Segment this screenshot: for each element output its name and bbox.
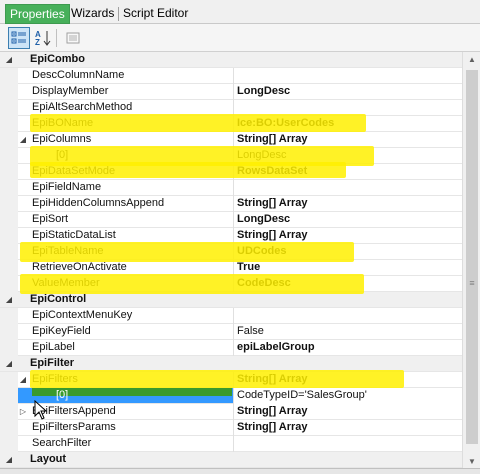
property-row[interactable]: ◢ EpiColumns String[] Array (0, 132, 462, 148)
property-row[interactable]: ValueMember CodeDesc (0, 276, 462, 292)
property-toolbar: A Z (0, 24, 480, 52)
property-value[interactable]: String[] Array (233, 196, 462, 212)
property-row[interactable]: EpiContextMenuKey (0, 308, 462, 324)
property-value[interactable]: UDCodes (233, 244, 462, 260)
property-value[interactable] (233, 68, 462, 84)
property-value[interactable]: CodeDesc (233, 276, 462, 292)
property-value[interactable]: False (233, 324, 462, 340)
tab-wizards[interactable]: Wizards (67, 4, 118, 24)
vertical-scrollbar[interactable]: ▲ ≡ ▼ (462, 52, 480, 470)
property-row[interactable]: EpiTableName UDCodes (0, 244, 462, 260)
property-value[interactable]: LongDesc (233, 84, 462, 100)
property-row[interactable]: EpiFiltersParams String[] Array (0, 420, 462, 436)
property-name: RetrieveOnActivate (32, 261, 127, 273)
property-name: EpiAltSearchMethod (32, 101, 133, 113)
property-row[interactable]: EpiBOName Ice:BO:UserCodes (0, 116, 462, 132)
expand-icon[interactable]: ▷ (18, 407, 28, 417)
property-row[interactable]: EpiDataSetMode RowsDataSet (0, 164, 462, 180)
property-row[interactable]: EpiStaticDataList String[] Array (0, 228, 462, 244)
property-name: EpiFilters (32, 373, 78, 385)
property-value[interactable] (233, 308, 462, 324)
category-layout[interactable]: ◢ Layout (0, 452, 462, 468)
property-name: EpiSort (32, 213, 69, 225)
toolbar-separator (56, 29, 57, 47)
property-value[interactable]: Ice:BO:UserCodes (233, 116, 462, 132)
property-name: EpiContextMenuKey (32, 309, 133, 321)
property-name: [0] (56, 389, 69, 401)
property-value[interactable]: RowsDataSet (233, 164, 462, 180)
category-epicombo[interactable]: ◢ EpiCombo (0, 52, 462, 68)
collapse-icon[interactable]: ◢ (4, 359, 14, 369)
sort-az-icon[interactable]: A Z (32, 27, 54, 49)
category-epifilter[interactable]: ◢ EpiFilter (0, 356, 462, 372)
property-row[interactable]: ▷ EpiFiltersAppend String[] Array (0, 404, 462, 420)
collapse-icon[interactable]: ◢ (4, 295, 14, 305)
property-value[interactable]: CodeTypeID='SalesGroup' (233, 388, 462, 404)
collapse-icon[interactable]: ◢ (4, 455, 14, 465)
property-value[interactable]: True (233, 260, 462, 276)
scroll-thumb[interactable] (466, 70, 478, 444)
collapse-icon[interactable]: ◢ (18, 375, 28, 385)
property-row[interactable]: EpiFieldName (0, 180, 462, 196)
property-row[interactable]: DisplayMember LongDesc (0, 84, 462, 100)
property-row[interactable]: EpiHiddenColumnsAppend String[] Array (0, 196, 462, 212)
mouse-cursor-icon (34, 400, 48, 420)
property-value[interactable]: LongDesc (233, 212, 462, 228)
property-name: EpiDataSetMode (32, 165, 116, 177)
property-value[interactable] (233, 436, 462, 452)
scroll-grip-icon: ≡ (469, 278, 475, 288)
property-row[interactable]: DescColumnName (0, 68, 462, 84)
property-name: EpiLabel (32, 341, 75, 353)
property-row[interactable]: SearchFilter (0, 436, 462, 452)
property-row[interactable]: EpiLabel epiLabelGroup (0, 340, 462, 356)
property-name: EpiTableName (32, 245, 104, 257)
property-row[interactable]: EpiAltSearchMethod (0, 100, 462, 116)
property-value[interactable]: LongDesc (233, 148, 462, 164)
property-name: EpiStaticDataList (32, 229, 116, 241)
property-row[interactable]: EpiKeyField False (0, 324, 462, 340)
property-value[interactable]: String[] Array (233, 132, 462, 148)
categorized-view-icon[interactable] (8, 27, 30, 49)
property-name: EpiBOName (32, 117, 94, 129)
tab-properties[interactable]: Properties (5, 4, 70, 24)
property-name: EpiFiltersParams (32, 421, 116, 433)
svg-text:Z: Z (35, 38, 40, 47)
category-epicontrol[interactable]: ◢ EpiControl (0, 292, 462, 308)
property-value[interactable]: String[] Array (233, 372, 462, 388)
status-bar (0, 468, 480, 474)
property-name: [0] (56, 149, 69, 161)
property-row[interactable]: ◢ EpiFilters String[] Array (0, 372, 462, 388)
property-row[interactable]: EpiSort LongDesc (0, 212, 462, 228)
property-grid[interactable]: ◢ EpiCombo DescColumnName DisplayMember … (0, 52, 480, 470)
property-name: DisplayMember (32, 85, 109, 97)
collapse-icon[interactable]: ◢ (4, 55, 14, 65)
property-row-selected[interactable]: [0] CodeTypeID='SalesGroup' (0, 388, 462, 404)
property-row[interactable]: RetrieveOnActivate True (0, 260, 462, 276)
property-value[interactable] (233, 100, 462, 116)
tab-bar: Properties Wizards Script Editor (0, 0, 480, 24)
property-value[interactable]: String[] Array (233, 420, 462, 436)
property-name: EpiFieldName (32, 181, 102, 193)
scroll-up-icon[interactable]: ▲ (463, 52, 480, 68)
collapse-icon[interactable]: ◢ (18, 135, 28, 145)
property-name: SearchFilter (32, 437, 92, 449)
property-name: EpiHiddenColumnsAppend (32, 197, 165, 209)
property-name: EpiFiltersAppend (32, 405, 116, 417)
property-name: DescColumnName (32, 69, 125, 81)
property-value[interactable]: epiLabelGroup (233, 340, 462, 356)
property-value[interactable]: String[] Array (233, 404, 462, 420)
property-name: ValueMember (32, 277, 100, 289)
property-name: EpiColumns (32, 133, 92, 145)
tab-script-editor[interactable]: Script Editor (119, 4, 192, 24)
property-value[interactable] (233, 180, 462, 196)
property-row[interactable]: [0] LongDesc (0, 148, 462, 164)
property-pages-icon[interactable] (62, 27, 84, 49)
property-name: EpiKeyField (32, 325, 91, 337)
property-value[interactable]: String[] Array (233, 228, 462, 244)
